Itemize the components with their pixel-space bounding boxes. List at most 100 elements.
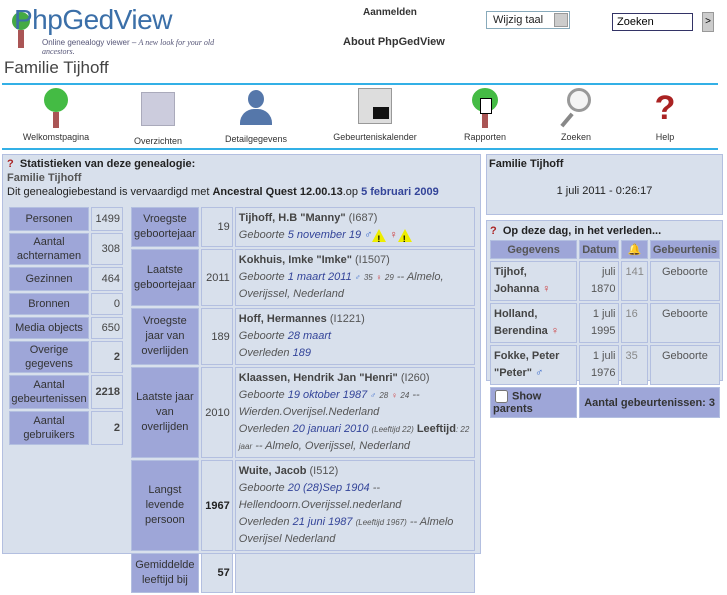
show-parents-option[interactable]: Show parents — [490, 387, 578, 418]
mother-age: 29 — [384, 273, 394, 282]
count-value: 2218 — [91, 375, 123, 409]
date-cell: juli 1870 — [579, 261, 620, 301]
event-label: Geboorte — [238, 330, 288, 342]
person-name-link[interactable]: Holland, Berendina — [494, 308, 548, 337]
event-date-link[interactable]: 19 oktober 1987 — [288, 389, 368, 401]
today-title-text: Op deze dag, in het verleden... — [502, 225, 662, 237]
nav-rapporten[interactable]: Rapporten — [440, 88, 530, 142]
event-label: Geboorte — [238, 482, 288, 494]
count-row: Personen 1499 — [9, 207, 123, 231]
person-name-link[interactable]: Fokke, Peter "Peter" — [494, 350, 559, 379]
col-header: Gegevens — [490, 240, 578, 259]
event-date-link[interactable]: 21 juni 1987 — [293, 516, 353, 528]
count-label: Aantal gebeurtenissen — [9, 375, 89, 409]
tagline: Online genealogy viewer – A new look for… — [42, 38, 246, 56]
event-label: Geboorte — [238, 229, 288, 241]
record-detail: Hoff, Hermannes (I1221) Geboorte 28 maart… — [234, 308, 475, 365]
person-cell: Fokke, Peter "Peter" ♂ — [490, 345, 578, 385]
search-go-button[interactable]: > — [702, 12, 714, 32]
event-date-link[interactable]: 1 maart 2011 — [288, 271, 352, 283]
count-label: Aantal gebruikers — [9, 411, 89, 445]
stats-title-text: Statistieken van deze genealogie: — [19, 158, 196, 170]
report-icon — [468, 88, 502, 128]
event-type: Geboorte — [649, 303, 720, 343]
person-id: (I260) — [400, 372, 430, 384]
clock-block: Familie Tijhoff 1 juli 2011 - 0:26:17 — [486, 154, 723, 215]
date-day[interactable]: 1 juli — [593, 308, 616, 320]
record-label: Vroegste jaar van overlijden — [131, 308, 199, 365]
date-year[interactable]: 1870 — [591, 283, 615, 295]
help-icon: ? — [654, 89, 676, 127]
record-value: 57 — [200, 553, 233, 593]
event-date-link[interactable]: 189 — [293, 347, 311, 359]
logo[interactable]: PhpGedView Online genealogy viewer – A n… — [6, 4, 246, 56]
count-row: Media objects 650 — [9, 317, 123, 339]
divider — [2, 148, 718, 150]
count-label: Gezinnen — [9, 267, 89, 291]
count-label: Personen — [9, 207, 89, 231]
event-place: -- Almelo, Overijssel, Nederland — [255, 440, 411, 452]
search-input[interactable] — [612, 13, 693, 31]
page-title: Familie Tijhoff — [4, 58, 109, 77]
today-title: ? Op deze dag, in het verleden... — [488, 223, 721, 239]
col-header: Datum — [579, 240, 620, 259]
count-value: 1499 — [91, 207, 123, 231]
event-date-link[interactable]: 20 (28)Sep 1904 — [288, 482, 370, 494]
counts-table: Personen 1499 Aantal achternamen 308 Gezinne… — [7, 205, 125, 447]
person-name-link[interactable]: Tijhof, Johanna — [494, 266, 539, 295]
count-label: Aantal achternamen — [9, 233, 89, 265]
record-row: Vroegste jaar van overlijden 189 Hoff, Her… — [131, 308, 475, 365]
stats-subtitle: Familie Tijhoff — [7, 172, 82, 184]
nav-help[interactable]: ? Help — [620, 88, 710, 142]
nav-label: Zoeken — [560, 132, 592, 142]
nav-detailgegevens[interactable]: Detailgegevens — [211, 88, 301, 144]
clock-title: Familie Tijhoff — [489, 158, 564, 170]
count-value: 464 — [91, 267, 123, 291]
count-row: Overige gegevens 2 — [9, 341, 123, 373]
chart-icon — [141, 92, 175, 132]
created-date-link[interactable]: 5 februari 2009 — [361, 186, 439, 198]
female-icon: ♀ — [389, 229, 398, 241]
records-table: Vroegste geboortejaar 19 Tijhoff, H.B "Man… — [129, 205, 477, 595]
event-label: Geboorte — [238, 271, 288, 283]
person-name-link[interactable]: Tijhoff, H.B "Manny" — [239, 212, 346, 224]
nav-overzichten[interactable]: Overzichten — [113, 88, 203, 146]
clock-datetime: 1 juli 2011 - 0:26:17 — [556, 185, 653, 197]
date-day[interactable]: juli — [602, 266, 615, 278]
father-age: 35 — [363, 273, 373, 282]
language-select[interactable]: Wijzig taal — [486, 11, 570, 29]
nav-gebeurteniskalender[interactable]: Gebeurteniskalender — [330, 88, 420, 142]
event-type: Geboorte — [649, 261, 720, 301]
person-name-link[interactable]: Wuite, Jacob — [239, 465, 307, 477]
date-year[interactable]: 1995 — [591, 325, 615, 337]
col-header: Gebeurtenis — [649, 240, 720, 259]
count-value: 650 — [91, 317, 123, 339]
record-label: Vroegste geboortejaar — [131, 207, 199, 247]
divider — [2, 83, 718, 85]
event-date-link[interactable]: 20 januari 2010 — [293, 423, 369, 435]
show-parents-checkbox[interactable] — [495, 390, 508, 403]
age-label: Leeftijd — [416, 423, 456, 435]
female-icon: ♀ — [391, 391, 398, 400]
record-label: Langst levende persoon — [131, 460, 199, 551]
intro-text: Dit genealogiebestand is vervaardigd met — [7, 186, 213, 198]
record-row: Laatste geboortejaar 2011 Kokhuis, Imke "I… — [131, 249, 475, 306]
father-age: 28 — [379, 391, 389, 400]
date-day[interactable]: 1 juli — [593, 350, 616, 362]
person-name-link[interactable]: Hoff, Hermannes — [239, 313, 327, 325]
tree-icon — [39, 88, 73, 128]
date-year[interactable]: 1976 — [591, 367, 615, 379]
person-name-link[interactable]: Kokhuis, Imke "Imke" — [239, 254, 352, 266]
nav-welkomstpagina[interactable]: Welkomstpagina — [11, 88, 101, 142]
about-link[interactable]: About PhpGedView — [343, 36, 445, 48]
person-name-link[interactable]: Klaassen, Hendrik Jan "Henri" — [239, 372, 398, 384]
login-link[interactable]: Aanmelden — [363, 7, 417, 18]
male-icon: ♂ — [535, 367, 544, 379]
record-label: Laatste geboortejaar — [131, 249, 199, 306]
magnifier-icon — [559, 88, 593, 128]
person-id: (I512) — [309, 465, 339, 477]
nav-zoeken[interactable]: Zoeken — [531, 88, 621, 142]
nav-label: Welkomstpagina — [22, 132, 90, 142]
event-date-link[interactable]: 28 maart — [288, 330, 331, 342]
event-date-link[interactable]: 5 november 19 — [288, 229, 361, 241]
